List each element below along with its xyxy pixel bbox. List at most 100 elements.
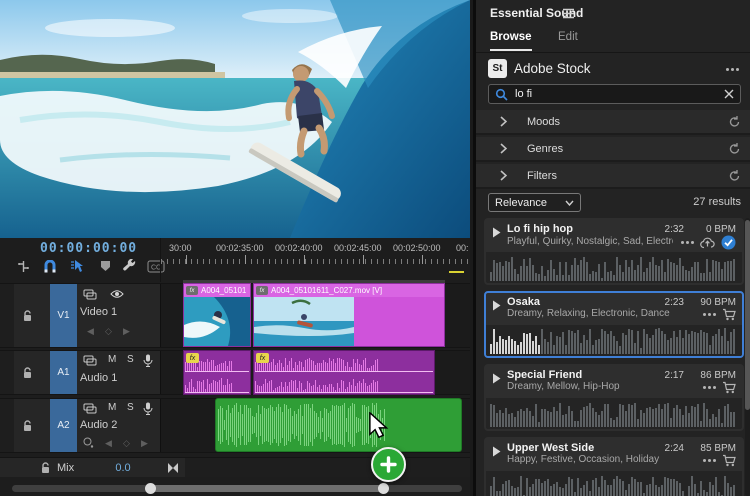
voiceover-mic-icon[interactable]	[143, 354, 153, 367]
more-icon[interactable]	[681, 241, 694, 244]
track-lock-icon[interactable]	[22, 420, 33, 432]
play-icon[interactable]	[492, 300, 501, 311]
mute-button[interactable]: M	[108, 354, 116, 365]
audio-clip-1[interactable]: fx	[183, 350, 251, 395]
track-lock-zone	[14, 284, 50, 347]
prev-keyframe-icon[interactable]: ◀	[87, 326, 94, 337]
sound-result-item[interactable]: Special Friend 2:17 86 BPM Dreamy, Mello…	[484, 364, 744, 431]
tab-edit[interactable]: Edit	[558, 31, 578, 43]
timeline-settings-icon[interactable]	[14, 259, 32, 273]
track-name[interactable]: Audio 1	[80, 372, 117, 384]
fx-badge: fx	[256, 286, 268, 295]
video-clip-2[interactable]: fx A004_05101611_C027.mov [V]	[253, 283, 445, 347]
wrench-icon[interactable]	[121, 259, 139, 273]
cart-icon[interactable]	[722, 381, 736, 394]
add-keyframe-icon[interactable]: ◇	[123, 438, 130, 449]
sound-result-item-selected[interactable]: Osaka 2:23 90 BPM Dreamy, Relaxing, Elec…	[484, 291, 744, 358]
mute-button[interactable]: M	[108, 402, 116, 413]
sync-lock-icon[interactable]	[83, 289, 97, 300]
play-icon[interactable]	[492, 373, 501, 384]
panel-scrollbar[interactable]	[745, 218, 750, 496]
result-waveform[interactable]	[486, 252, 742, 283]
video-clip-1[interactable]: fx A004_05101	[183, 283, 251, 347]
track-name[interactable]: Audio 2	[80, 419, 117, 431]
chevron-right-icon	[500, 170, 507, 181]
playhead-timecode[interactable]: 00:00:00:00	[40, 241, 137, 256]
accordion-filters[interactable]: Filters	[476, 164, 750, 189]
marker-icon[interactable]	[96, 259, 114, 273]
next-keyframe-icon[interactable]: ▶	[141, 438, 148, 449]
scrollbar-thumb[interactable]	[150, 485, 383, 492]
snap-magnet-icon[interactable]	[41, 259, 59, 273]
result-title: Osaka	[507, 296, 657, 308]
zoom-handle-left[interactable]	[145, 483, 156, 494]
more-icon[interactable]	[703, 459, 716, 462]
reset-icon[interactable]	[728, 142, 741, 155]
add-keyframe-icon[interactable]: ◇	[105, 326, 112, 337]
sort-dropdown[interactable]: Relevance	[488, 193, 581, 212]
sync-lock-icon[interactable]	[83, 355, 97, 366]
result-waveform[interactable]	[486, 325, 742, 356]
surfer-video-frame	[0, 0, 470, 238]
track-lock-icon[interactable]	[40, 462, 51, 474]
mix-volume-value[interactable]: 0.0	[100, 462, 146, 474]
voiceover-mic-icon[interactable]	[143, 402, 153, 415]
reset-icon[interactable]	[728, 115, 741, 128]
bowtie-keyframes-icon[interactable]	[167, 463, 179, 473]
sound-result-item[interactable]: Lo fi hip hop 2:32 0 BPM Playful, Quirky…	[484, 218, 744, 285]
stock-more-icon[interactable]	[726, 68, 739, 71]
result-waveform[interactable]	[486, 471, 742, 496]
linked-selection-icon[interactable]	[68, 259, 86, 273]
ruler-label: 00:02:50:00	[393, 243, 441, 253]
prev-keyframe-icon[interactable]: ◀	[105, 438, 112, 449]
clear-search-icon[interactable]	[724, 89, 734, 99]
result-tags: Happy, Festive, Occasion, Holiday	[507, 454, 695, 465]
cloud-sync-icon[interactable]	[700, 237, 715, 249]
video-track-controls: Video 1 ◀ ◇ ▶	[77, 284, 160, 347]
solo-button[interactable]: S	[127, 354, 134, 365]
cart-icon[interactable]	[722, 308, 736, 321]
cart-icon[interactable]	[722, 454, 736, 467]
audio-track-2-controls: M S Audio 2 ◀ ◇ ▶	[77, 399, 160, 452]
track-select-v1[interactable]: V1	[50, 284, 77, 347]
track-output-eye-icon[interactable]	[110, 289, 124, 299]
audio-clip-2[interactable]: fx	[253, 350, 435, 395]
mix-track-label: Mix	[57, 462, 74, 474]
result-waveform[interactable]	[486, 398, 742, 429]
result-duration: 2:24	[665, 443, 684, 454]
accordion-genres[interactable]: Genres	[476, 137, 750, 162]
track-lock-icon[interactable]	[22, 310, 33, 322]
timeline-ruler[interactable]: 30:00 00:02:35:00 00:02:40:00 00:02:45:0…	[160, 238, 470, 282]
search-value: lo fi	[515, 88, 717, 100]
stock-audio-drag-clip[interactable]	[215, 398, 462, 452]
play-icon[interactable]	[492, 227, 501, 238]
accordion-moods[interactable]: Moods	[476, 110, 750, 135]
fx-badge: fx	[186, 286, 198, 295]
more-icon[interactable]	[703, 386, 716, 389]
adobe-stock-badge: St	[488, 59, 507, 78]
premiere-pro-window: 00:00:00:00 CC 30:00 00:02:35:00 00:02:4…	[0, 0, 750, 496]
track-select-a2[interactable]: A2	[50, 399, 77, 452]
keyframe-toggle-icon[interactable]	[83, 437, 94, 448]
track-lock-icon[interactable]	[22, 367, 33, 379]
play-icon[interactable]	[492, 446, 501, 457]
solo-button[interactable]: S	[127, 402, 134, 413]
timeline-zoom-scrollbar[interactable]	[12, 485, 462, 492]
search-icon	[495, 88, 508, 101]
sound-result-item[interactable]: Upper West Side 2:24 85 BPM Happy, Festi…	[484, 437, 744, 496]
track-name[interactable]: Video 1	[80, 306, 117, 318]
zoom-handle-right[interactable]	[378, 483, 389, 494]
track-select-a1[interactable]: A1	[50, 351, 77, 394]
sync-lock-icon[interactable]	[83, 403, 97, 414]
video-clip-1-title: fx A004_05101	[184, 284, 250, 297]
result-tags: Playful, Quirky, Nostalgic, Sad, Electro…	[507, 236, 673, 247]
scrollbar-thumb[interactable]	[745, 220, 750, 410]
tab-browse[interactable]: Browse	[490, 31, 532, 51]
panel-menu-icon[interactable]	[562, 8, 575, 19]
more-icon[interactable]	[703, 313, 716, 316]
ruler-label: 30:00	[169, 243, 192, 253]
next-keyframe-icon[interactable]: ▶	[123, 326, 130, 337]
reset-icon[interactable]	[728, 169, 741, 182]
clip-thumbnail-kitesurf	[254, 297, 354, 346]
search-input[interactable]: lo fi	[488, 84, 741, 104]
